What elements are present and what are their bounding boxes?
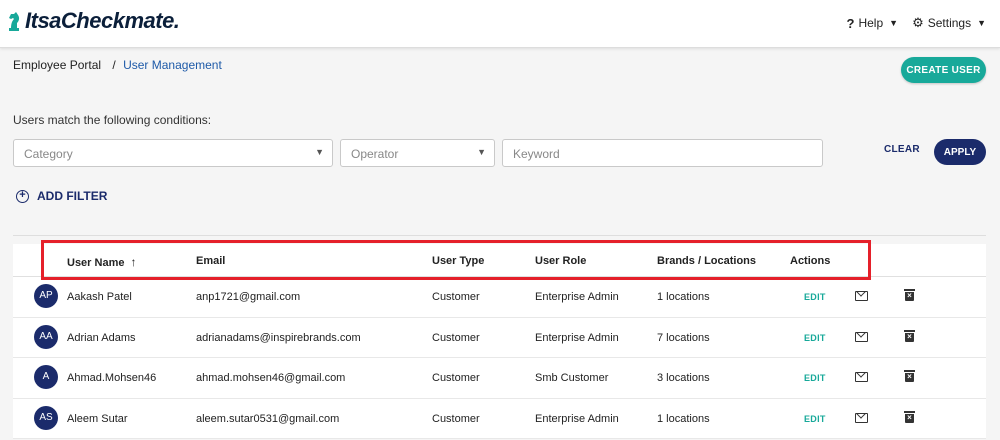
keyword-input[interactable]: Keyword bbox=[502, 139, 823, 167]
user-name-cell: Aleem Sutar bbox=[67, 412, 128, 425]
top-right-menu: ? Help ▼ ⚙ Settings ▼ bbox=[833, 15, 987, 31]
add-circle-icon: + bbox=[16, 189, 29, 203]
help-menu[interactable]: ? Help ▼ bbox=[847, 16, 899, 31]
user-type-cell: Customer bbox=[432, 412, 480, 425]
breadcrumb-root[interactable]: Employee Portal bbox=[13, 58, 101, 72]
breadcrumb-current[interactable]: User Management bbox=[123, 58, 222, 72]
column-header-brands-locations[interactable]: Brands / Locations bbox=[657, 255, 756, 267]
avatar: AA bbox=[34, 324, 58, 349]
conditions-label: Users match the following conditions: bbox=[13, 113, 212, 127]
column-header-user-role[interactable]: User Role bbox=[535, 255, 586, 267]
divider bbox=[13, 235, 986, 236]
apply-button[interactable]: APPLY bbox=[934, 139, 986, 165]
user-name-cell: Aakash Patel bbox=[67, 291, 132, 303]
logo[interactable]: ItsaCheckmate. bbox=[6, 8, 180, 34]
table-row: AS Aleem Sutar aleem.sutar0531@gmail.com… bbox=[13, 399, 986, 439]
top-bar: ItsaCheckmate. ? Help ▼ ⚙ Settings ▼ bbox=[0, 0, 1000, 48]
help-icon: ? bbox=[846, 15, 855, 31]
add-filter-button[interactable]: + ADD FILTER bbox=[16, 189, 107, 203]
column-header-actions: Actions bbox=[790, 255, 831, 267]
clear-button[interactable]: CLEAR bbox=[884, 144, 920, 155]
user-role-cell: Enterprise Admin bbox=[535, 412, 619, 425]
column-header-user-name[interactable]: User Name ↑ bbox=[67, 255, 136, 269]
edit-button[interactable]: EDIT bbox=[804, 333, 826, 343]
settings-menu[interactable]: ⚙ Settings ▼ bbox=[912, 15, 986, 31]
table-row: A Ahmad.Mohsen46 ahmad.mohsen46@gmail.co… bbox=[13, 358, 986, 399]
table-header: User Name ↑ Email User Type User Role Bra… bbox=[13, 240, 986, 280]
avatar: AS bbox=[34, 405, 58, 430]
locations-cell: 1 locations bbox=[657, 291, 710, 303]
locations-cell: 1 locations bbox=[657, 412, 710, 425]
email-icon[interactable] bbox=[855, 372, 868, 382]
create-user-button[interactable]: CREATE USER bbox=[901, 57, 986, 83]
logo-text: ItsaCheckmate. bbox=[25, 8, 180, 33]
user-type-cell: Customer bbox=[432, 372, 480, 384]
user-type-cell: Customer bbox=[432, 331, 480, 344]
delete-icon[interactable]: × bbox=[904, 289, 915, 301]
user-role-cell: Enterprise Admin bbox=[535, 291, 619, 303]
user-name-cell: Adrian Adams bbox=[67, 331, 136, 344]
operator-select[interactable]: Operator ▼ bbox=[340, 139, 495, 167]
locations-cell: 7 locations bbox=[657, 331, 710, 344]
breadcrumb-separator: / bbox=[112, 58, 116, 72]
dropdown-arrow-icon: ▼ bbox=[315, 147, 324, 157]
email-cell: anp1721@gmail.com bbox=[196, 291, 301, 303]
operator-placeholder: Operator bbox=[351, 147, 399, 161]
user-name-cell: Ahmad.Mohsen46 bbox=[67, 372, 157, 384]
delete-icon[interactable]: × bbox=[904, 329, 915, 342]
users-table: User Name ↑ Email User Type User Role Bra… bbox=[13, 240, 986, 439]
delete-icon[interactable]: × bbox=[904, 370, 915, 382]
edit-button[interactable]: EDIT bbox=[804, 414, 826, 424]
email-icon[interactable] bbox=[855, 412, 868, 423]
delete-icon[interactable]: × bbox=[904, 410, 915, 423]
table-row: AA Adrian Adams adrianadams@inspirebrand… bbox=[13, 318, 986, 358]
caret-down-icon: ▼ bbox=[889, 18, 899, 28]
email-icon[interactable] bbox=[855, 331, 868, 342]
user-role-cell: Enterprise Admin bbox=[535, 331, 619, 344]
user-type-cell: Customer bbox=[432, 291, 480, 303]
locations-cell: 3 locations bbox=[657, 372, 710, 384]
column-header-user-type[interactable]: User Type bbox=[432, 255, 484, 267]
settings-label: Settings bbox=[927, 16, 972, 30]
avatar: A bbox=[34, 365, 58, 389]
add-filter-label: ADD FILTER bbox=[37, 189, 108, 203]
breadcrumb: Employee Portal / User Management bbox=[13, 58, 222, 72]
column-header-email[interactable]: Email bbox=[196, 255, 225, 267]
edit-button[interactable]: EDIT bbox=[804, 292, 826, 302]
email-icon[interactable] bbox=[855, 291, 868, 301]
chess-knight-icon bbox=[9, 12, 20, 31]
email-cell: adrianadams@inspirebrands.com bbox=[196, 331, 361, 344]
sort-ascending-icon: ↑ bbox=[130, 255, 137, 269]
gear-icon: ⚙ bbox=[912, 15, 924, 30]
category-select[interactable]: Category ▼ bbox=[13, 139, 333, 167]
edit-button[interactable]: EDIT bbox=[804, 373, 826, 383]
help-label: Help bbox=[858, 16, 884, 30]
email-cell: aleem.sutar0531@gmail.com bbox=[196, 412, 340, 425]
keyword-placeholder: Keyword bbox=[513, 147, 560, 161]
caret-down-icon: ▼ bbox=[977, 18, 986, 28]
category-placeholder: Category bbox=[24, 147, 73, 161]
table-row: AP Aakash Patel anp1721@gmail.com Custom… bbox=[13, 277, 986, 318]
dropdown-arrow-icon: ▼ bbox=[477, 147, 486, 157]
avatar: AP bbox=[34, 284, 58, 308]
email-cell: ahmad.mohsen46@gmail.com bbox=[196, 372, 346, 384]
user-role-cell: Smb Customer bbox=[535, 372, 609, 384]
